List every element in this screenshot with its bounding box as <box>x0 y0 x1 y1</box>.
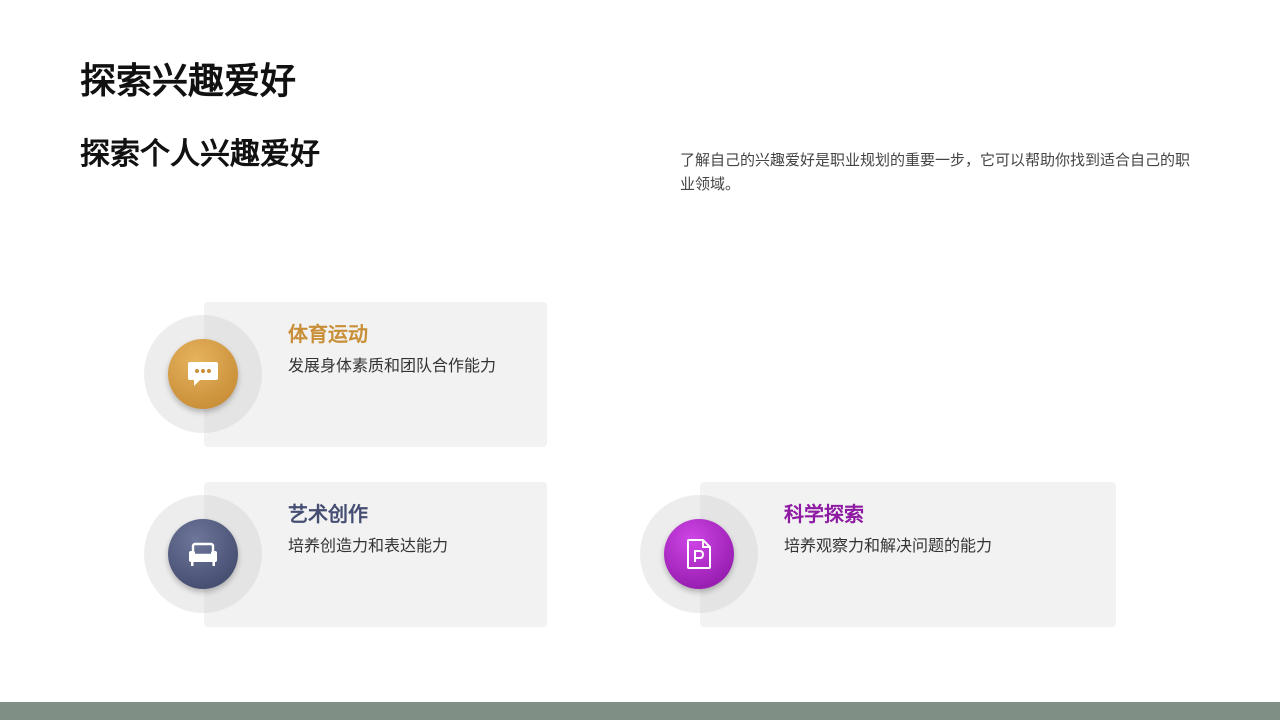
card-description: 发展身体素质和团队合作能力 <box>288 356 497 375</box>
slide-subtitle: 探索个人兴趣爱好 <box>80 137 320 172</box>
card-description: 培养观察力和解决问题的能力 <box>784 536 993 555</box>
armchair-icon <box>186 539 220 569</box>
bottom-bar <box>0 702 1280 720</box>
interest-card-art: 艺术创作 培养创造力和表达能力 <box>144 474 604 634</box>
document-p-icon <box>685 538 713 570</box>
card-title: 体育运动 <box>288 322 368 346</box>
slide-title: 探索兴趣爱好 <box>80 61 297 102</box>
science-icon-circle <box>664 519 734 589</box>
card-title: 科学探索 <box>784 502 864 526</box>
art-icon-circle <box>168 519 238 589</box>
intro-text: 了解自己的兴趣爱好是职业规划的重要一步，它可以帮助你找到适合自己的职业领域。 <box>680 151 1191 193</box>
interest-card-science: 科学探索 培养观察力和解决问题的能力 <box>640 474 1120 634</box>
sports-icon-circle <box>168 339 238 409</box>
card-description: 培养创造力和表达能力 <box>288 536 449 555</box>
interest-card-sports: 体育运动 发展身体素质和团队合作能力 <box>144 294 604 454</box>
chat-bubble-icon <box>186 359 220 389</box>
card-title: 艺术创作 <box>288 502 368 526</box>
